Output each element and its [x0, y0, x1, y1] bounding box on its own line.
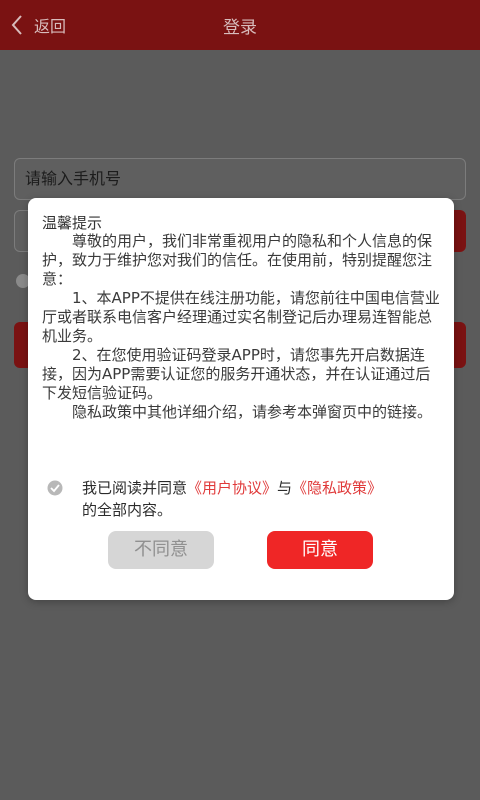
dialog-body: 尊敬的用户，我们非常重视用户的隐私和个人信息的保护，致力于维护您对我们的信任。在… — [42, 232, 442, 422]
agree-suffix: 的全部内容。 — [82, 501, 173, 519]
agree-prefix: 我已阅读并同意 — [82, 479, 188, 497]
privacy-policy-link[interactable]: 《隐私政策》 — [292, 479, 382, 497]
dialog-paragraph: 隐私政策中其他详细介绍，请参考本弹窗页中的链接。 — [72, 403, 433, 421]
agreement-text: 我已阅读并同意《用户协议》与《隐私政策》 — [46, 477, 441, 499]
dialog-title: 温馨提示 — [42, 214, 103, 232]
disagree-button[interactable]: 不同意 — [108, 531, 214, 569]
agree-and: 与 — [277, 479, 293, 497]
privacy-dialog: 温馨提示 尊敬的用户，我们非常重视用户的隐私和个人信息的保护，致力于维护您对我们… — [28, 198, 454, 600]
dialog-paragraph: 2、在您使用验证码登录APP时，请您事先开启数据连接，因为APP需要认证您的服务… — [42, 346, 431, 402]
user-agreement-link[interactable]: 《用户协议》 — [187, 479, 277, 497]
top-nav-bar: 返回 登录 — [0, 0, 480, 50]
agreement-row: 我已阅读并同意《用户协议》与《隐私政策》 的全部内容。 — [46, 477, 441, 521]
checkmark-circle-icon[interactable] — [46, 479, 64, 497]
phone-input[interactable]: 请输入手机号 — [14, 158, 466, 200]
agree-button[interactable]: 同意 — [267, 531, 373, 569]
dialog-paragraph: 尊敬的用户，我们非常重视用户的隐私和个人信息的保护，致力于维护您对我们的信任。在… — [42, 232, 433, 288]
page-title: 登录 — [223, 18, 257, 38]
dialog-paragraph: 1、本APP不提供在线注册功能，请您前往中国电信营业厅或者联系电信客户经理通过实… — [42, 289, 440, 345]
